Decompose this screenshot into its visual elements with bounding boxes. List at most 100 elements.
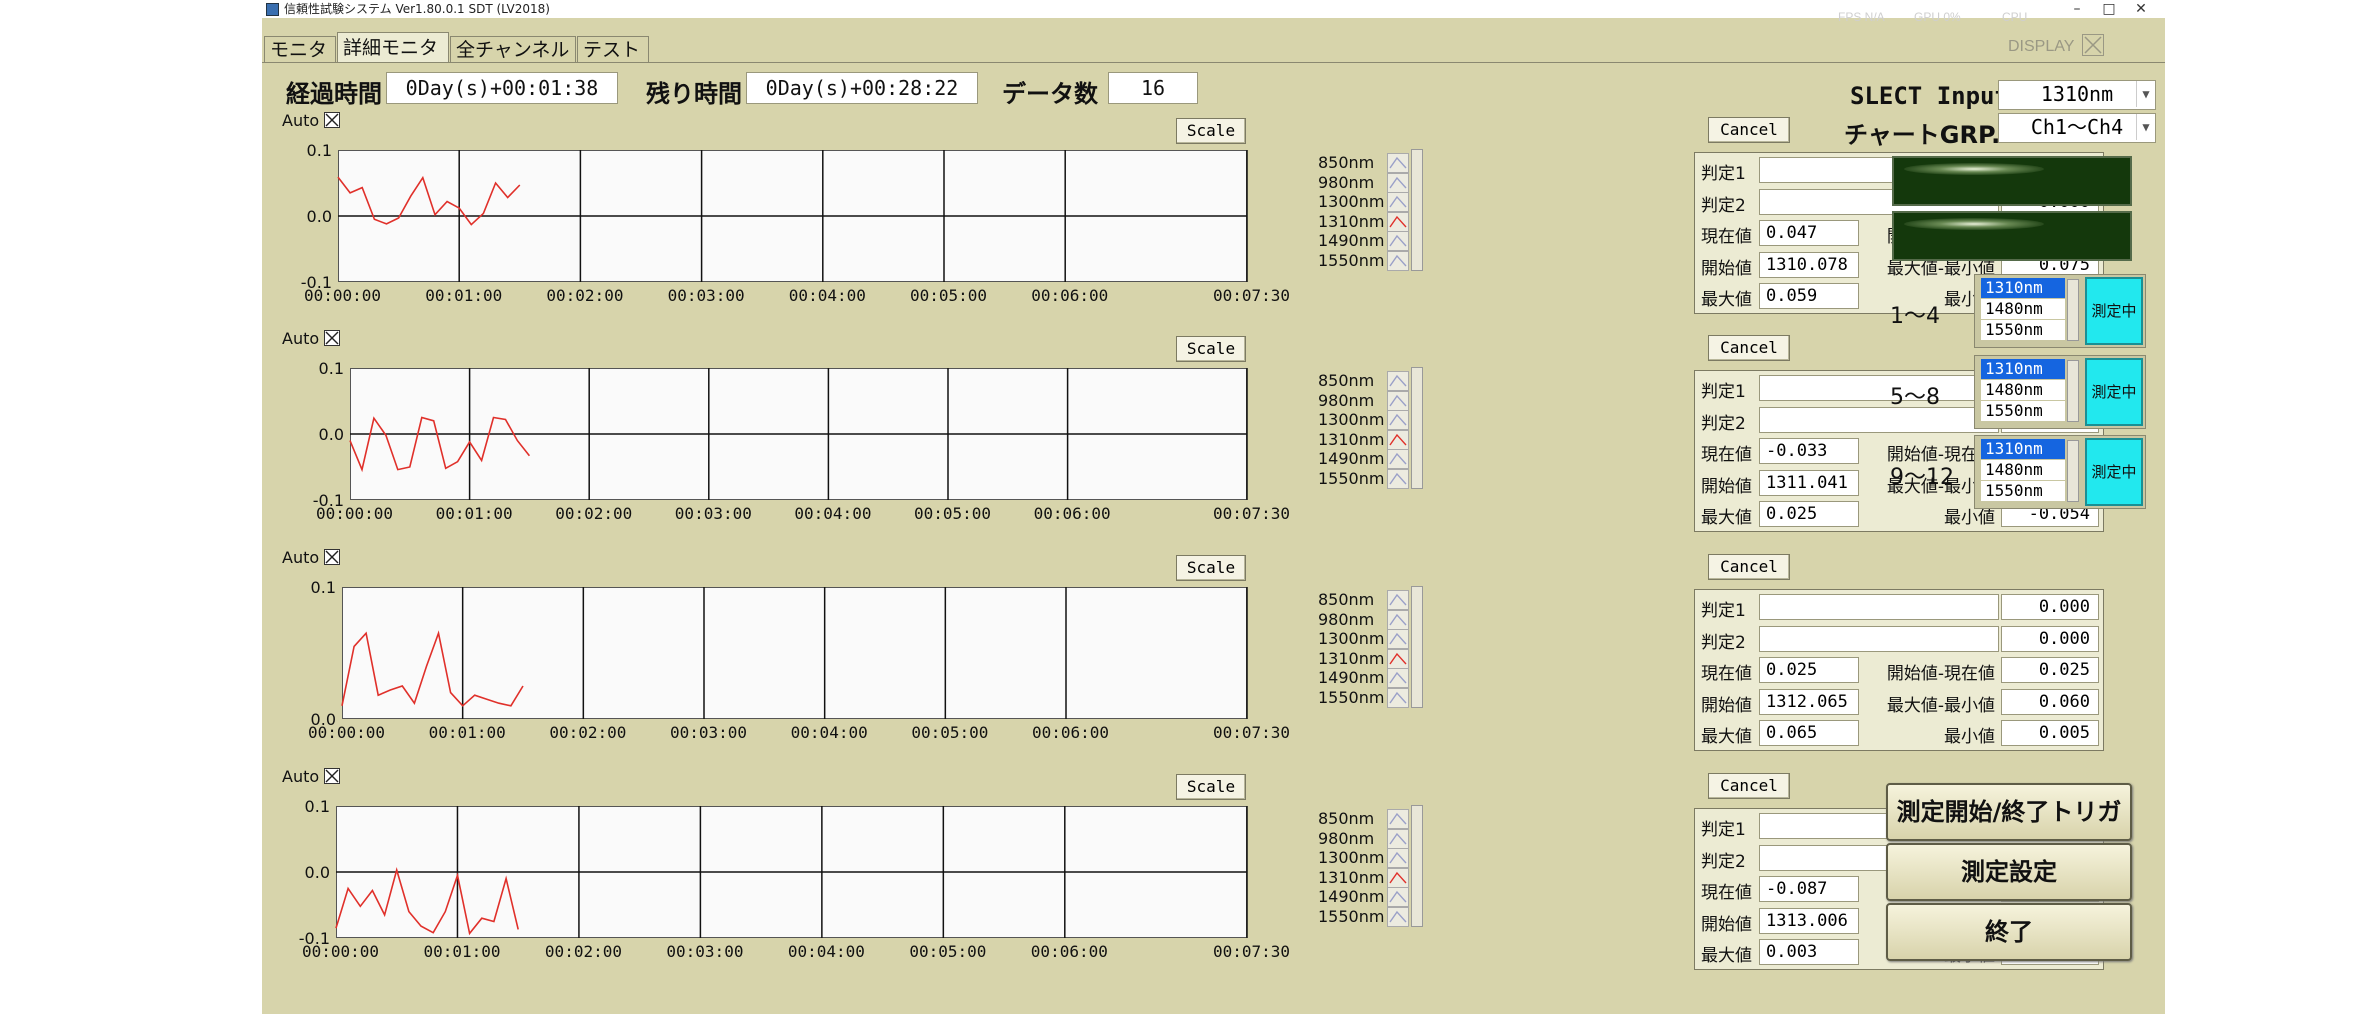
list-scrollbar[interactable] bbox=[2067, 440, 2079, 502]
legend-line-active-icon[interactable] bbox=[1387, 648, 1409, 669]
auto-label: Auto bbox=[282, 767, 320, 786]
judge2-input[interactable] bbox=[1759, 626, 1999, 652]
x-tick-label: 00:07:30 bbox=[1213, 504, 1291, 523]
measuring-button[interactable]: 測定中 bbox=[2085, 358, 2143, 426]
legend-line-active-icon[interactable] bbox=[1387, 867, 1409, 888]
trigger-start-stop-button[interactable]: 測定開始/終了トリガ bbox=[1886, 783, 2132, 841]
wavelength-item[interactable]: 1480nm bbox=[1981, 380, 2065, 400]
judge1-input[interactable] bbox=[1759, 594, 1999, 620]
wave-icon bbox=[1389, 433, 1407, 445]
judge2-value: 0.000 bbox=[2001, 626, 2099, 652]
wave-icon bbox=[1389, 452, 1407, 465]
list-scrollbar[interactable] bbox=[2067, 360, 2079, 422]
x-tick-label: 00:04:00 bbox=[794, 504, 872, 523]
auto-checkbox[interactable] bbox=[324, 768, 340, 784]
current-label: 現在値 bbox=[1701, 664, 1752, 684]
tab-monitor[interactable]: モニタ bbox=[264, 36, 336, 62]
auto-checkbox[interactable] bbox=[324, 549, 340, 565]
judge2-input[interactable] bbox=[1759, 407, 1999, 433]
legend-line-icon[interactable] bbox=[1387, 371, 1409, 391]
legend-line-icon[interactable] bbox=[1387, 887, 1409, 907]
judge1-input[interactable] bbox=[1759, 375, 1999, 401]
tab-test[interactable]: テスト bbox=[577, 36, 649, 62]
maximize-icon[interactable]: □ bbox=[2094, 0, 2124, 18]
legend-scrollbar[interactable] bbox=[1411, 367, 1423, 489]
close-icon[interactable]: ✕ bbox=[2126, 0, 2156, 18]
legend-line-icon[interactable] bbox=[1387, 629, 1409, 649]
current-value: -0.033 bbox=[1759, 438, 1859, 464]
elapsed-value: 0Day(s)+00:01:38 bbox=[386, 72, 618, 104]
wavelength-item[interactable]: 1550nm bbox=[1981, 481, 2065, 501]
measurement-settings-button[interactable]: 測定設定 bbox=[1886, 843, 2132, 901]
legend-line-icon[interactable] bbox=[1387, 410, 1409, 430]
cancel-button[interactable]: Cancel bbox=[1708, 773, 1790, 799]
legend-line-icon[interactable] bbox=[1387, 809, 1409, 829]
legend-line-icon[interactable] bbox=[1387, 668, 1409, 688]
legend-line-icon[interactable] bbox=[1387, 687, 1409, 708]
select-input-dropdown[interactable]: 1310nm ▼ bbox=[1998, 80, 2156, 110]
y-tick-label: 0.1 bbox=[304, 797, 330, 816]
chart-group-dropdown[interactable]: Ch1～Ch4 ▼ bbox=[1998, 113, 2156, 143]
judge1-label: 判定1 bbox=[1701, 382, 1746, 402]
list-scrollbar[interactable] bbox=[2067, 279, 2079, 341]
legend-label: 1310nm bbox=[1318, 429, 1385, 449]
legend-line-icon[interactable] bbox=[1387, 390, 1409, 411]
display-checkbox[interactable] bbox=[2082, 34, 2104, 56]
legend-line-icon[interactable] bbox=[1387, 848, 1409, 868]
scale-button[interactable]: Scale bbox=[1176, 118, 1246, 144]
wavelength-item[interactable]: 1310nm bbox=[1981, 439, 2065, 459]
legend-line-icon[interactable] bbox=[1387, 172, 1409, 193]
legend-scrollbar[interactable] bbox=[1411, 149, 1423, 271]
legend-label: 1550nm bbox=[1318, 687, 1385, 707]
legend-scrollbar[interactable] bbox=[1411, 805, 1423, 927]
measuring-button[interactable]: 測定中 bbox=[2085, 438, 2143, 506]
legend-line-icon[interactable] bbox=[1387, 153, 1409, 173]
scale-button[interactable]: Scale bbox=[1176, 774, 1246, 800]
tab-detail-monitor[interactable]: 詳細モニタ bbox=[337, 32, 449, 62]
wavelength-item[interactable]: 1310nm bbox=[1981, 278, 2065, 298]
wavelength-item[interactable]: 1480nm bbox=[1981, 299, 2065, 319]
legend-line-active-icon[interactable] bbox=[1387, 429, 1409, 450]
auto-checkbox[interactable] bbox=[324, 112, 340, 128]
check-x-icon bbox=[325, 331, 339, 345]
cancel-button[interactable]: Cancel bbox=[1708, 554, 1790, 580]
legend-line-icon[interactable] bbox=[1387, 231, 1409, 251]
legend-line-icon[interactable] bbox=[1387, 192, 1409, 212]
judge1-label: 判定1 bbox=[1701, 164, 1746, 184]
legend-line-icon[interactable] bbox=[1387, 449, 1409, 469]
x-tick-label: 00:00:00 bbox=[302, 942, 380, 961]
legend-label: 1300nm bbox=[1318, 629, 1385, 648]
legend-scrollbar[interactable] bbox=[1411, 586, 1423, 708]
scale-button[interactable]: Scale bbox=[1176, 336, 1246, 362]
wavelength-item[interactable]: 1480nm bbox=[1981, 460, 2065, 480]
legend-line-active-icon[interactable] bbox=[1387, 211, 1409, 232]
legend-line-icon[interactable] bbox=[1387, 468, 1409, 489]
current-label: 現在値 bbox=[1701, 445, 1752, 465]
legend-line-icon[interactable] bbox=[1387, 250, 1409, 271]
wavelength-item[interactable]: 1550nm bbox=[1981, 401, 2065, 421]
x-tick-label: 00:06:00 bbox=[1033, 504, 1111, 523]
start_minus_current-label: 開始値-現在値 bbox=[1886, 664, 1995, 684]
trend-chart bbox=[349, 368, 1248, 500]
current-value: -0.087 bbox=[1759, 876, 1859, 902]
tab-all-channels[interactable]: 全チャンネル bbox=[450, 36, 576, 62]
legend-line-icon[interactable] bbox=[1387, 906, 1409, 927]
exit-button[interactable]: 終了 bbox=[1886, 903, 2132, 961]
measuring-button[interactable]: 測定中 bbox=[2085, 277, 2143, 345]
legend-line-icon[interactable] bbox=[1387, 590, 1409, 610]
x-tick-label: 00:06:00 bbox=[1032, 723, 1110, 742]
minimize-icon[interactable]: – bbox=[2062, 0, 2092, 18]
wavelength-item[interactable]: 1550nm bbox=[1981, 320, 2065, 340]
cancel-button[interactable]: Cancel bbox=[1708, 117, 1790, 143]
wavelength-item[interactable]: 1310nm bbox=[1981, 359, 2065, 379]
x-tick-label: 00:01:00 bbox=[435, 504, 513, 523]
x-tick-label: 00:07:30 bbox=[1213, 286, 1291, 305]
cancel-button[interactable]: Cancel bbox=[1708, 335, 1790, 361]
legend-line-icon[interactable] bbox=[1387, 609, 1409, 630]
scale-button[interactable]: Scale bbox=[1176, 555, 1246, 581]
auto-checkbox[interactable] bbox=[324, 330, 340, 346]
legend-line-icon[interactable] bbox=[1387, 828, 1409, 849]
judge2-label: 判定2 bbox=[1701, 852, 1746, 872]
series-line bbox=[349, 416, 531, 473]
wave-icon bbox=[1389, 215, 1407, 227]
